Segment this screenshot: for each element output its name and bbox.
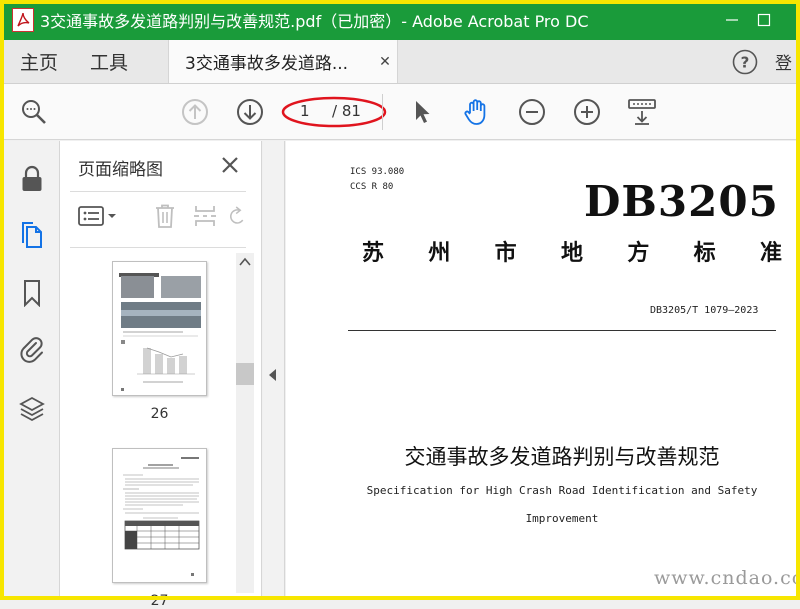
document-title-cn: 交通事故多发道路判别与改善规范 — [404, 445, 720, 469]
close-panel-icon[interactable] — [218, 153, 242, 177]
standard-kind-char: 标 — [693, 240, 716, 266]
tab-spacer — [398, 40, 715, 83]
tab-tools[interactable]: 工具 — [74, 40, 144, 83]
document-title-en-line1: Specification for High Crash Road Identi… — [366, 484, 758, 497]
toolbar: 1 / 81 — [4, 84, 796, 140]
standard-kind-char: 地 — [560, 240, 583, 266]
svg-text:?: ? — [741, 53, 750, 71]
header-rule — [348, 330, 776, 331]
zoom-in-icon[interactable] — [571, 96, 603, 128]
close-tab-icon[interactable]: ✕ — [373, 54, 397, 70]
site-watermark: www.cndao.com — [654, 567, 796, 589]
page-thumbnails-icon[interactable] — [14, 217, 50, 253]
zoom-search-icon[interactable] — [18, 96, 50, 128]
lock-icon[interactable] — [14, 161, 50, 197]
thumbnail-scrollbar[interactable] — [236, 253, 254, 593]
page-number-box[interactable]: 1 / 81 — [280, 95, 388, 129]
standard-kind: 苏 州 市 地 方 标 准 — [362, 235, 782, 267]
select-cursor-icon[interactable] — [406, 96, 438, 128]
options-menu-icon[interactable] — [76, 201, 122, 231]
page-26-preview — [119, 273, 201, 391]
standard-kind-char: 准 — [759, 240, 782, 266]
panel-divider — [70, 191, 246, 192]
document-title-en-line2: Improvement — [525, 512, 599, 525]
sign-in-button[interactable]: 登 — [775, 40, 796, 83]
acrobat-logo-icon — [12, 8, 34, 32]
thumbnail-page-27[interactable] — [112, 448, 207, 583]
extract-page-icon[interactable] — [190, 201, 220, 231]
document-page[interactable]: ICS 93.080 CCS R 80 DB3205 苏 州 市 地 方 标 准… — [286, 141, 796, 596]
standard-code: DB3205 — [584, 177, 779, 226]
bookmark-icon[interactable] — [14, 275, 50, 311]
current-page-input[interactable]: 1 — [300, 102, 310, 120]
thumbnail-label-27: 27 — [150, 593, 169, 609]
scroll-up-arrow-icon[interactable] — [239, 257, 251, 267]
thumbnail-page-26[interactable] — [112, 261, 207, 396]
standard-kind-char: 方 — [627, 240, 650, 266]
maximize-button[interactable] — [748, 0, 780, 40]
ccs-code: CCS R 80 — [350, 182, 394, 192]
tab-document[interactable]: 3交通事故多发道路... ✕ — [168, 40, 399, 83]
next-page-icon[interactable] — [234, 96, 266, 128]
window-title: 3交通事故多发道路判别与改善规范.pdf（已加密）- Adobe Acrobat… — [40, 12, 589, 31]
panel-divider-2 — [70, 247, 246, 248]
standard-kind-char: 市 — [494, 240, 517, 266]
page-fit-icon[interactable] — [626, 96, 658, 128]
attachment-icon[interactable] — [14, 331, 50, 367]
rotate-page-icon[interactable] — [228, 201, 246, 231]
panel-title: 页面缩略图 — [78, 160, 163, 180]
toolbar-divider — [382, 94, 383, 130]
document-tab-label: 3交通事故多发道路... — [185, 54, 349, 74]
collapse-panel-arrow-icon[interactable] — [269, 369, 276, 381]
tab-home[interactable]: 主页 — [4, 40, 74, 83]
layers-icon[interactable] — [14, 391, 50, 427]
hand-tool-icon[interactable] — [461, 96, 493, 128]
ics-code: ICS 93.080 — [350, 167, 405, 177]
standard-kind-char: 苏 — [362, 240, 385, 266]
tab-bar: 主页 工具 3交通事故多发道路... ✕ ? 登 — [4, 40, 796, 84]
scrollbar-thumb[interactable] — [236, 363, 254, 385]
total-pages: / 81 — [332, 102, 361, 120]
thumbnail-label-26: 26 — [150, 406, 169, 422]
previous-page-icon[interactable] — [179, 96, 211, 128]
page-27-preview — [123, 457, 200, 576]
page-thumbnails-panel: 页面缩略图 26 27 — [60, 141, 262, 609]
standard-number: DB3205/T 1079—2023 — [650, 305, 759, 316]
standard-kind-char: 州 — [428, 240, 451, 266]
help-icon[interactable]: ? — [715, 40, 775, 83]
delete-page-icon[interactable] — [150, 201, 180, 231]
minimize-button[interactable] — [716, 0, 748, 40]
title-bar: 3交通事故多发道路判别与改善规范.pdf（已加密）- Adobe Acrobat… — [0, 0, 800, 40]
zoom-out-icon[interactable] — [516, 96, 548, 128]
panel-splitter[interactable] — [263, 141, 285, 596]
navigation-rail — [4, 141, 60, 596]
